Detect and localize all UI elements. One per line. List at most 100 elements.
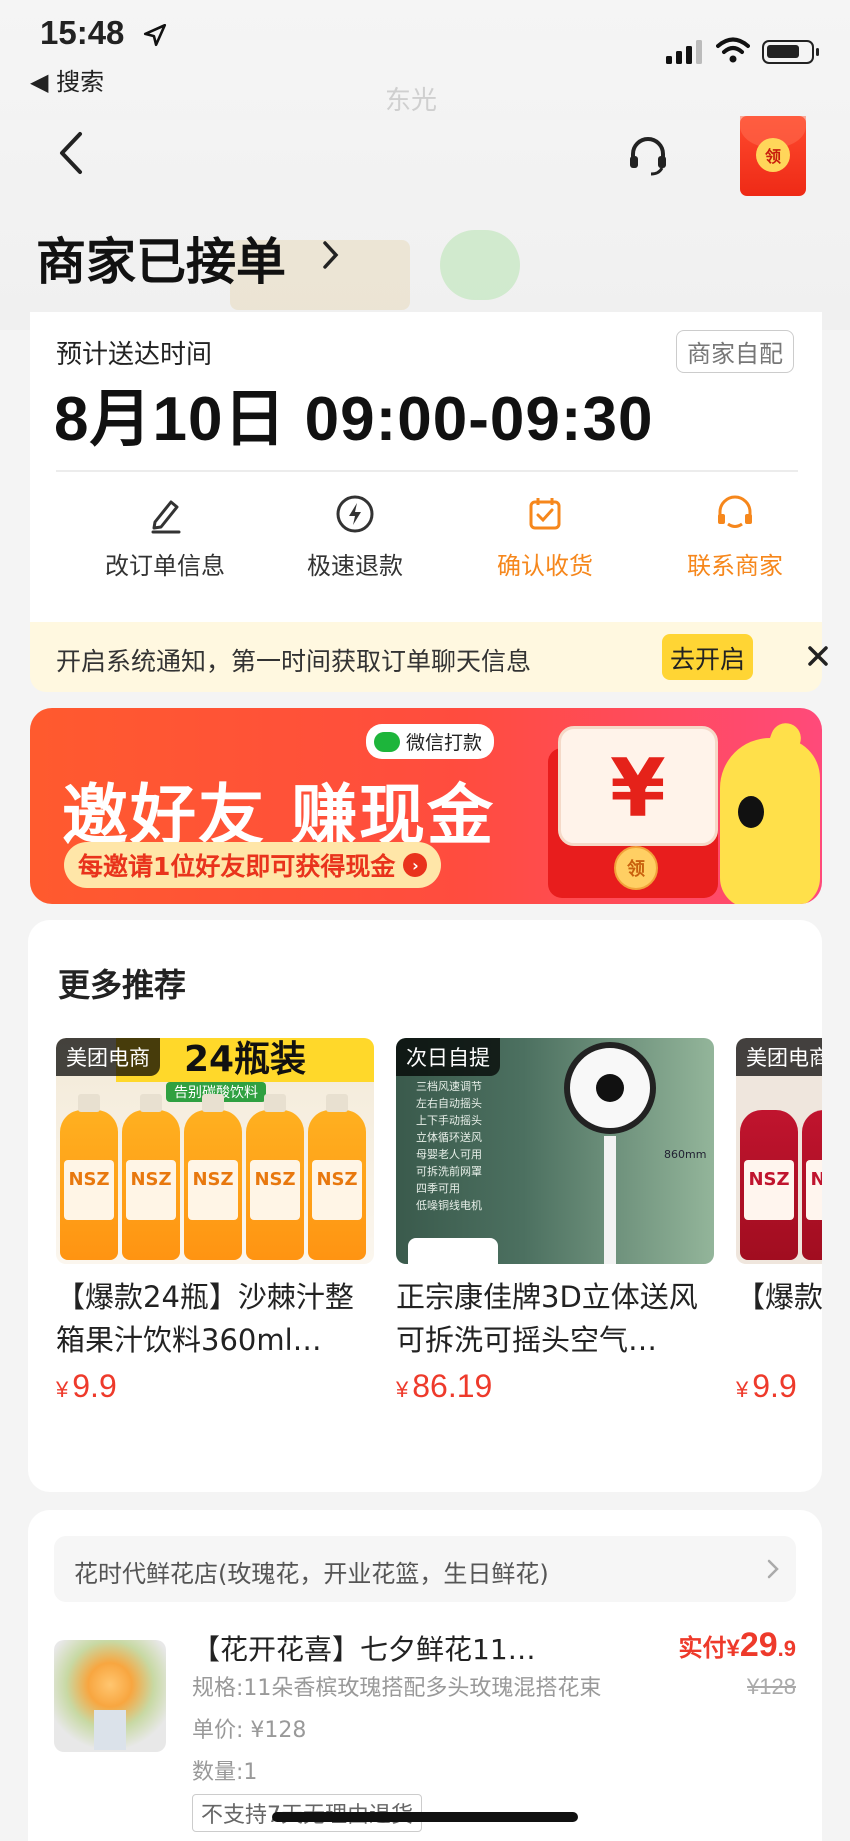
product-source-tag: 美团电商 — [56, 1038, 160, 1076]
banner-subline: 每邀请1位好友即可获得现金 › — [64, 842, 442, 888]
feature-item: 左右自动摇头 — [416, 1097, 482, 1110]
paid-label: 实付¥ — [678, 1635, 740, 1662]
claim-coin-label: 领 — [614, 846, 658, 890]
bottle-label: NSZ — [312, 1160, 362, 1220]
status-time: 15:48 — [40, 14, 125, 51]
fan-image — [564, 1042, 656, 1134]
wechat-icon — [374, 731, 400, 752]
bottle-label: NSZ — [250, 1160, 300, 1220]
order-detail-card: 花时代鲜花店(玫瑰花，开业花篮，生日鲜花) 【花开花喜】七夕鲜花11… 规格:1… — [28, 1510, 822, 1841]
currency-symbol: ¥ — [736, 1377, 749, 1402]
product-card[interactable]: 24瓶装 告别碳酸饮料 NSZ NSZ NSZ NSZ NSZ 美团电商 【爆款… — [56, 1038, 374, 1405]
bottle-image: NSZ — [308, 1094, 366, 1260]
product-name: 【爆款葚汁饮 — [736, 1280, 822, 1314]
divider — [56, 470, 798, 472]
product-price: ¥9.9 — [56, 1368, 374, 1405]
feature-item: 可拆洗前网罩 — [416, 1165, 482, 1178]
fan-knob — [408, 1238, 498, 1264]
merchant-service-icon — [718, 495, 752, 528]
map-shape — [440, 230, 520, 300]
contact-merchant-label: 联系商家 — [687, 552, 783, 580]
bottle-image: NSZ — [122, 1094, 180, 1260]
product-source-tag: 次日自提 — [396, 1038, 500, 1076]
feature-item: 低噪铜线电机 — [416, 1199, 482, 1212]
recommendation-carousel[interactable]: 24瓶装 告别碳酸饮料 NSZ NSZ NSZ NSZ NSZ 美团电商 【爆款… — [56, 1038, 822, 1438]
location-arrow-icon — [143, 23, 167, 47]
confirm-receipt-label: 确认收货 — [497, 552, 593, 580]
delivery-card: 预计送达时间 商家自配 8月10日 09:00-09:30 改订单信息 极速退款… — [30, 312, 822, 622]
chevron-right-icon — [767, 1559, 779, 1579]
close-icon[interactable] — [806, 644, 830, 668]
product-price: ¥9.9 — [736, 1368, 822, 1405]
bottle-image: NSZ — [740, 1110, 798, 1260]
currency-symbol: ¥ — [56, 1377, 69, 1402]
status-bar: 15:48 ◀ 搜索 — [0, 0, 850, 100]
estimated-delivery-label: 预计送达时间 — [56, 340, 213, 370]
order-actions: 改订单信息 极速退款 确认收货 联系商家 — [30, 490, 822, 600]
product-thumbnail[interactable] — [54, 1640, 166, 1752]
bottle-label: NSZ — [806, 1160, 822, 1220]
feature-item: 四季可用 — [416, 1182, 460, 1195]
fast-refund-button[interactable]: 极速退款 — [260, 490, 450, 581]
edit-order-button[interactable]: 改订单信息 — [70, 490, 260, 581]
shop-link[interactable]: 花时代鲜花店(玫瑰花，开业花篮，生日鲜花) — [54, 1536, 796, 1602]
order-product-name[interactable]: 【花开花喜】七夕鲜花11… — [192, 1628, 536, 1668]
red-packet-button[interactable]: 领 — [740, 116, 806, 196]
order-quantity: 数量:1 — [192, 1760, 258, 1785]
feature-item: 母婴老人可用 — [416, 1148, 482, 1161]
bottle-label: NSZ — [188, 1160, 238, 1220]
notification-text: 开启系统通知，第一时间获取订单聊天信息 — [56, 647, 532, 676]
bottle-label: NSZ — [64, 1160, 114, 1220]
product-image: 三档风速调节 左右自动摇头 上下手动摇头 立体循环送风 母婴老人可用 可拆洗前网… — [396, 1038, 714, 1264]
yen-icon: ¥ — [610, 742, 666, 835]
fan-pole — [604, 1136, 616, 1264]
order-status-title[interactable]: 商家已接单 — [36, 222, 286, 294]
product-feature-list: 三档风速调节 左右自动摇头 上下手动摇头 立体循环送风 母婴老人可用 可拆洗前网… — [416, 1078, 482, 1214]
confirm-receipt-button[interactable]: 确认收货 — [450, 490, 640, 581]
lightning-icon — [336, 495, 374, 533]
product-card[interactable]: NSZ NSZ 美团电商 【爆款葚汁饮 ¥9.9 — [736, 1038, 822, 1405]
delivery-mode-badge: 商家自配 — [676, 330, 794, 373]
mascot-illustration — [720, 738, 820, 904]
bottle-image: NSZ — [184, 1094, 242, 1260]
edit-order-label: 改订单信息 — [105, 552, 225, 580]
enable-notification-button[interactable]: 去开启 — [662, 634, 754, 680]
customer-service-icon[interactable] — [625, 132, 671, 178]
feature-item: 上下手动摇头 — [416, 1114, 482, 1127]
wechat-pay-tag: 微信打款 — [366, 724, 495, 759]
bottle-label: NSZ — [744, 1160, 794, 1220]
product-price: ¥86.19 — [396, 1368, 714, 1405]
currency-symbol: ¥ — [396, 1377, 409, 1402]
order-unit-price: 单价: ¥128 — [192, 1718, 307, 1743]
recommendations-section: 更多推荐 24瓶装 告别碳酸饮料 NSZ NSZ NSZ NSZ NSZ 美团电… — [28, 920, 822, 1492]
chevron-right-icon[interactable] — [322, 240, 340, 270]
cellular-signal-icon — [666, 40, 702, 64]
contact-merchant-button[interactable]: 联系商家 — [640, 490, 830, 581]
bottle-image: NSZ — [60, 1094, 118, 1260]
product-name: 正宗康佳牌3D立体送风可拆洗可摇头空气… — [396, 1280, 698, 1357]
bottle-label: NSZ — [126, 1160, 176, 1220]
wechat-pay-label: 微信打款 — [406, 732, 483, 754]
chevron-right-icon: › — [403, 853, 428, 877]
recommendations-title: 更多推荐 — [58, 966, 187, 1004]
original-price: ¥128 — [747, 1674, 796, 1699]
wifi-icon — [716, 37, 750, 63]
home-indicator[interactable] — [272, 1812, 578, 1822]
product-image: NSZ NSZ 美团电商 — [736, 1038, 822, 1264]
bottle-image: NSZ — [246, 1094, 304, 1260]
invite-friends-banner[interactable]: 微信打款 邀好友 赚现金 每邀请1位好友即可获得现金 › ¥ 领 — [30, 708, 822, 904]
back-arrow-icon[interactable] — [56, 130, 86, 176]
product-card[interactable]: 三档风速调节 左右自动摇头 上下手动摇头 立体循环送风 母婴老人可用 可拆洗前网… — [396, 1038, 714, 1405]
shop-name: 花时代鲜花店(玫瑰花，开业花篮，生日鲜花) — [74, 1560, 549, 1588]
paid-integer: 29 — [739, 1626, 778, 1664]
product-price-value: 9.9 — [72, 1368, 117, 1404]
product-price-value: 86.19 — [412, 1368, 493, 1404]
order-product-spec: 规格:11朵香槟玫瑰搭配多头玫瑰混搭花束 — [192, 1676, 602, 1701]
feature-item: 立体循环送风 — [416, 1131, 482, 1144]
dimension-label: 860mm — [664, 1148, 707, 1161]
back-to-app-link[interactable]: ◀ 搜索 — [30, 62, 104, 97]
feature-item: 三档风速调节 — [416, 1080, 482, 1093]
bottle-image: NSZ — [802, 1110, 822, 1260]
product-price-value: 9.9 — [752, 1368, 797, 1404]
pencil-icon — [151, 500, 181, 534]
